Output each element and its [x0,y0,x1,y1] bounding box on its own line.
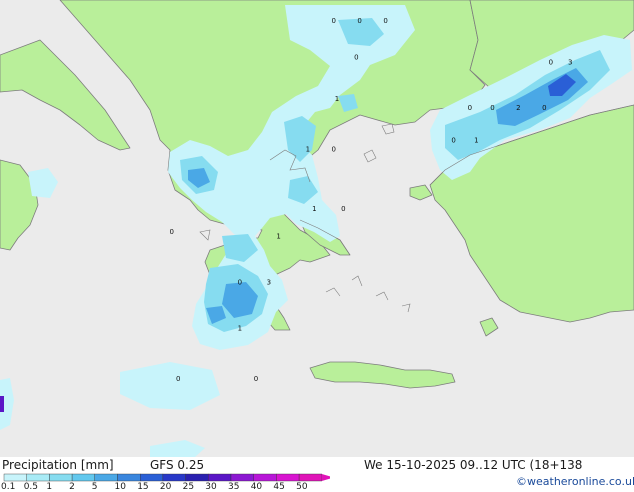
value-label: 0 [549,58,553,66]
value-label: 0 [176,375,180,383]
value-label: 1 [312,205,316,213]
legend-swatch [94,473,118,482]
legend-tick-label: 1 [46,482,53,492]
legend-tick-label: 25 [182,482,195,492]
legend-swatch [71,473,95,482]
value-label: 3 [568,58,572,66]
credit-link[interactable]: ©weatheronline.co.uk [516,475,634,488]
legend-tick-label: 10 [114,482,126,492]
value-label: 1 [238,325,242,333]
legend-tick-label: 20 [159,482,172,492]
legend-tick-label: 30 [205,482,217,492]
legend-tick-label: 40 [250,482,263,492]
legend-tick-label: 0.1 [1,482,16,492]
legend-swatch [253,473,277,482]
legend-tick-label: 45 [273,482,285,492]
legend-swatch [208,473,232,482]
value-label: 0 [490,104,494,112]
legend-swatch [162,473,186,482]
legend-tick-label: 2 [69,482,75,492]
value-label: 0 [331,146,335,154]
legend-swatch [49,473,73,482]
legend-swatch [3,473,27,482]
value-label: 0 [169,228,173,236]
legend-swatch [117,473,141,482]
value-label: 2 [516,104,520,112]
precipitation-map: 0 0 0 0 1 1 0 0 1 0 1 0 3 1 0 0 0 0 2 0 0 3 0 1 [0,0,634,457]
legend-swatch [139,473,164,482]
value-label: 0 [354,54,358,62]
legend-swatch [276,473,300,482]
model-label: GFS 0.25 [150,458,205,472]
legend-tick-label: 0.5 [23,482,39,492]
legend-tick-label: 50 [296,482,308,492]
legend-tick-label: 35 [228,482,240,492]
value-label: 0 [238,279,242,287]
value-label: 3 [267,279,271,287]
value-label: 0 [542,104,546,112]
value-label: 0 [451,136,455,144]
valid-time: We 15-10-2025 09..12 UTC (18+138 [364,458,583,472]
value-label: 0 [468,104,472,112]
precip-area-heavy-edge [0,396,4,412]
legend-arrow [321,474,330,481]
value-label: 0 [341,205,345,213]
legend-tick-label: 5 [91,482,98,492]
value-label: 1 [335,95,339,103]
legend-swatch [298,473,323,482]
value-label: 0 [254,375,258,383]
value-label: 0 [383,17,387,25]
value-label: 1 [474,136,478,144]
value-label: 1 [306,146,310,154]
legend-swatch [230,473,254,482]
value-label: 0 [357,17,361,25]
legend-swatch [26,473,50,482]
value-label: 1 [276,233,280,241]
legend-tick-label: 15 [137,482,149,492]
value-label: 0 [331,17,335,25]
legend-swatch [185,473,209,482]
map-title: Precipitation [mm] [2,458,114,472]
